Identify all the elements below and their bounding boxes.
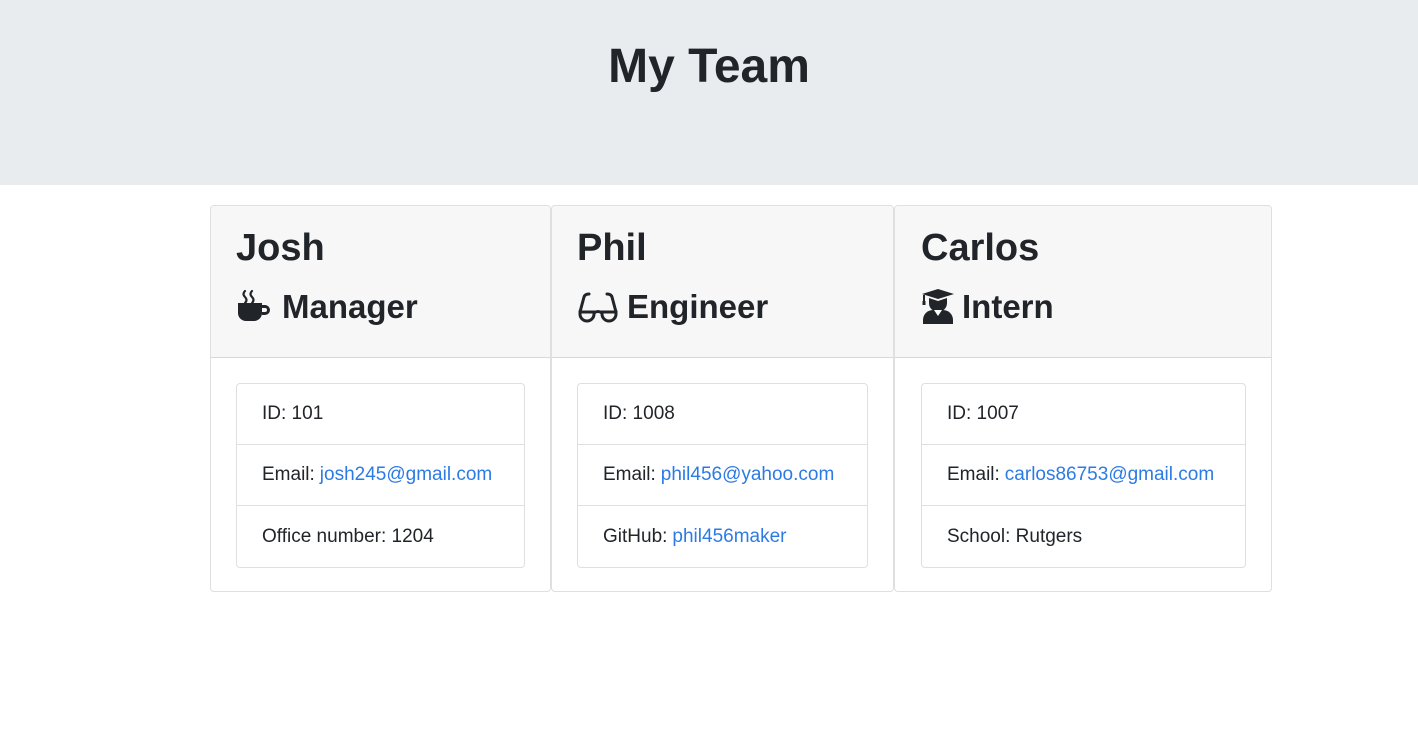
list-item-email: Email: carlos86753@gmail.com [922,445,1245,506]
id-text: ID: 101 [262,403,324,424]
glasses-icon [577,288,619,326]
employee-card-engineer: Phil Engineer ID: 1008 Email: phil456@ya… [551,205,894,592]
school-text: School: Rutgers [947,525,1083,547]
employee-name: Josh [236,227,325,269]
employee-details: ID: 1008 Email: phil456@yahoo.com GitHub… [577,383,868,568]
email-label: Email: [603,464,656,485]
list-item-email: Email: josh245@gmail.com [237,445,524,506]
email-label: Email: [262,464,315,485]
employee-role: Intern [921,286,1054,328]
page-title: My Team [608,40,810,93]
page-header: My Team [0,0,1418,185]
employee-role: Engineer [577,286,768,328]
list-item-office: Office number: 1204 [237,506,524,567]
coffee-icon [236,288,274,326]
email-link[interactable]: josh245@gmail.com [320,464,492,486]
github-link[interactable]: phil456maker [672,526,786,548]
employee-details: ID: 101 Email: josh245@gmail.com Office … [236,383,525,568]
email-link[interactable]: carlos86753@gmail.com [1005,464,1214,486]
card-header: Phil Engineer [552,206,893,358]
card-header: Josh Manager [211,206,550,358]
list-item-github: GitHub: phil456maker [578,506,867,567]
list-item-id: ID: 101 [237,384,524,445]
user-graduate-icon [921,288,955,326]
list-item-id: ID: 1007 [922,384,1245,445]
list-item-school: School: Rutgers [922,506,1245,567]
employee-card-manager: Josh Manager ID: 101 Email: josh245@gmai… [210,205,551,592]
github-label: GitHub: [603,525,668,547]
employee-name: Carlos [921,227,1040,269]
list-item-id: ID: 1008 [578,384,867,445]
role-label: Intern [962,288,1054,325]
card-header: Carlos Intern [895,206,1271,358]
role-label: Engineer [627,288,769,325]
email-link[interactable]: phil456@yahoo.com [661,464,835,486]
employee-name: Phil [577,227,647,269]
role-label: Manager [282,288,418,325]
email-label: Email: [947,464,1000,485]
employee-role: Manager [236,286,418,328]
id-text: ID: 1008 [603,403,675,424]
employee-card-intern: Carlos Intern ID: 1007 Email: carlos8675… [894,205,1272,592]
employee-details: ID: 1007 Email: carlos86753@gmail.com Sc… [921,383,1246,568]
office-number-text: Office number: 1204 [262,525,434,547]
id-text: ID: 1007 [947,403,1019,424]
list-item-email: Email: phil456@yahoo.com [578,445,867,506]
